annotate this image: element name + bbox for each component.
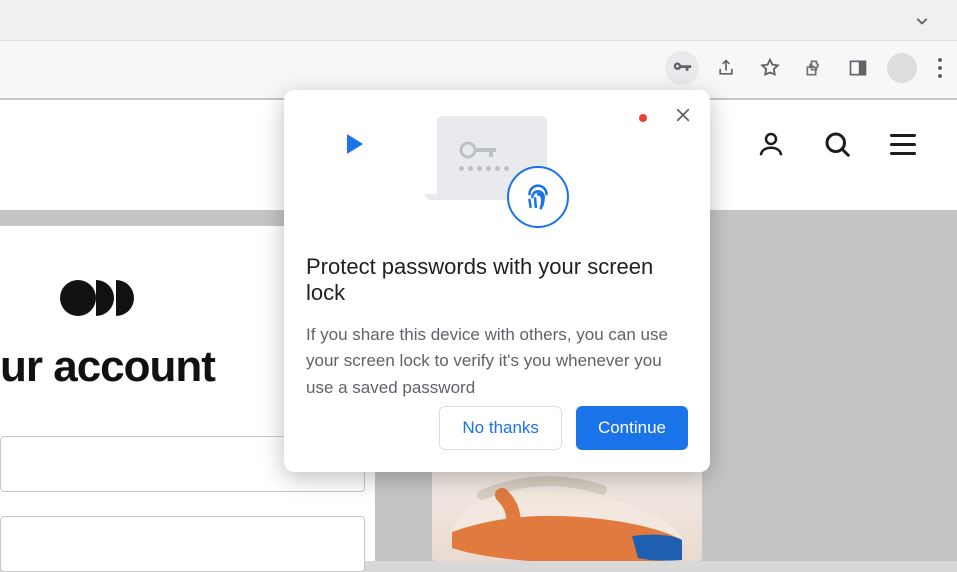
site-search-button[interactable]	[818, 125, 856, 163]
play-icon	[347, 134, 363, 154]
fingerprint-icon	[507, 166, 569, 228]
hamburger-icon	[890, 134, 916, 155]
red-dot-icon	[639, 114, 647, 122]
password-key-button[interactable]	[665, 51, 699, 85]
site-account-button[interactable]	[752, 125, 790, 163]
dialog-title: Protect passwords with your screen lock	[306, 254, 688, 306]
puzzle-icon	[804, 58, 824, 78]
site-nav	[752, 125, 922, 163]
key-illustration-icon	[459, 138, 499, 167]
password-dots-icon	[459, 166, 509, 171]
dialog-actions: No thanks Continue	[439, 406, 688, 450]
extensions-button[interactable]	[797, 51, 831, 85]
browser-menu-button[interactable]	[929, 51, 951, 85]
key-icon	[671, 57, 693, 79]
chevron-down-icon	[912, 11, 932, 31]
collapse-chevron[interactable]	[907, 8, 937, 34]
sidepanel-icon	[848, 58, 868, 78]
bookmark-button[interactable]	[753, 51, 787, 85]
dialog-body: If you share this device with others, yo…	[306, 322, 688, 401]
avatar-icon	[887, 53, 917, 83]
screen-lock-dialog: Protect passwords with your screen lock …	[284, 90, 710, 472]
search-icon	[822, 129, 852, 159]
browser-tabstrip	[0, 0, 957, 40]
site-menu-button[interactable]	[884, 125, 922, 163]
toolbar-actions	[665, 48, 951, 88]
share-icon	[716, 58, 736, 78]
profile-button[interactable]	[885, 51, 919, 85]
person-icon	[756, 129, 786, 159]
no-thanks-button[interactable]: No thanks	[439, 406, 562, 450]
continue-button[interactable]: Continue	[576, 406, 688, 450]
form-field-2[interactable]	[0, 516, 365, 572]
dialog-illustration	[306, 116, 688, 236]
sidepanel-button[interactable]	[841, 51, 875, 85]
star-icon	[759, 57, 781, 79]
share-button[interactable]	[709, 51, 743, 85]
